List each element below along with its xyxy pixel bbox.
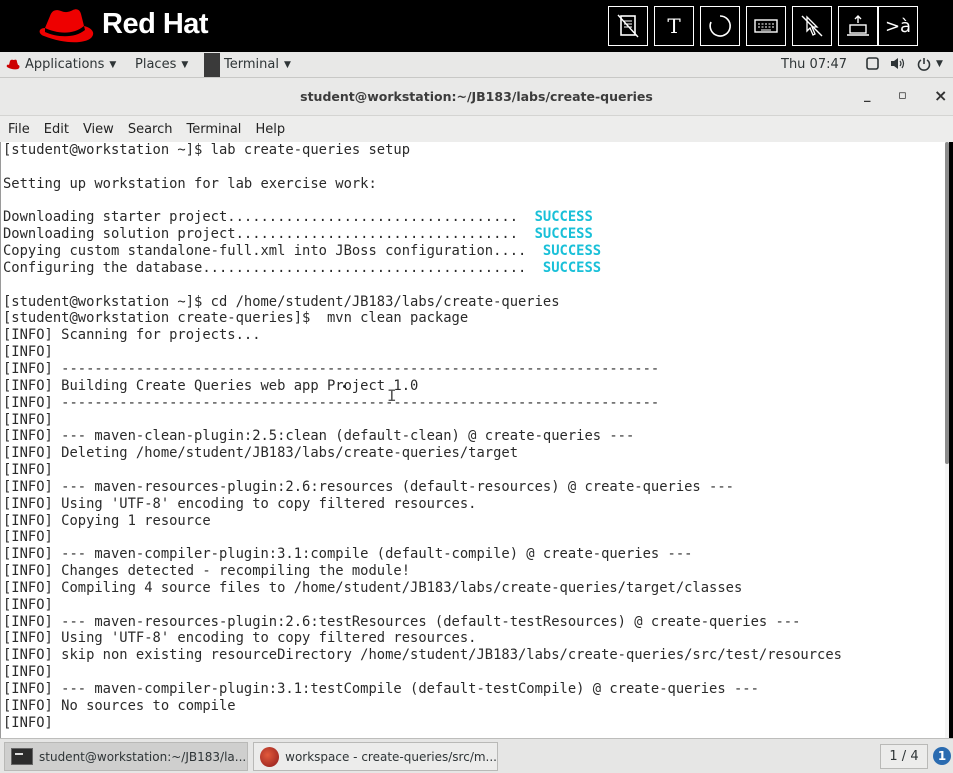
mouse-ibeam-icon: I (387, 386, 397, 405)
status-success: SUCCESS (542, 259, 602, 276)
terminal-line: [INFO] (3, 462, 53, 479)
terminal-line: [INFO] Compiling 4 source files to /home… (3, 579, 743, 596)
menu-edit[interactable]: Edit (44, 122, 69, 137)
bottom-taskbar: student@workstation:~/JB183/la... worksp… (0, 738, 953, 773)
menu-bar: File Edit View Search Terminal Help (0, 116, 953, 142)
terminal-line: [INFO] --- maven-resources-plugin:2.6:re… (3, 478, 734, 495)
brand-bar: Red Hat T >à (0, 0, 953, 52)
document-icon (617, 14, 639, 38)
document-button[interactable] (608, 6, 648, 46)
power-icon[interactable]: ▼ (917, 57, 943, 71)
terminal-line: Downloading starter project.............… (3, 209, 593, 226)
scrollbar[interactable] (945, 142, 949, 738)
pointer-disabled-icon (801, 15, 823, 37)
minimize-button[interactable]: _ (864, 88, 871, 103)
keyboard-button[interactable] (746, 6, 786, 46)
terminal-lines: [student@workstation ~]$ lab create-quer… (3, 142, 842, 732)
close-button[interactable]: × (934, 86, 947, 105)
terminal-line: [INFO] --- maven-resources-plugin:2.6:te… (3, 613, 801, 630)
workspace-pager[interactable]: 1 / 4 (880, 744, 928, 769)
pointer-toggle-button[interactable] (792, 6, 832, 46)
terminal-line: Setting up workstation for lab exercise … (3, 175, 377, 192)
window-titlebar[interactable]: student@workstation:~/JB183/labs/create-… (0, 78, 953, 116)
menu-file[interactable]: File (8, 122, 30, 137)
terminal-line: [INFO] No sources to compile (3, 697, 236, 714)
terminal-icon (11, 748, 33, 765)
terminal-line: [INFO] Scanning for projects... (3, 327, 261, 344)
scrollbar-thumb[interactable] (945, 142, 949, 464)
input-method-icon: >à (884, 15, 912, 37)
terminal-line: [INFO] Deleting /home/student/JB183/labs… (3, 445, 518, 462)
task-terminal[interactable]: student@workstation:~/JB183/la... (4, 742, 248, 771)
keyboard-icon (754, 19, 778, 33)
menu-help[interactable]: Help (255, 122, 285, 137)
terminal-line: [INFO] (3, 344, 53, 361)
terminal-line: [INFO] ---------------------------------… (3, 360, 660, 377)
terminal-line: [INFO] Copying 1 resource (3, 512, 211, 529)
terminal-line: [INFO] Using 'UTF-8' encoding to copy fi… (3, 495, 477, 512)
upload-button[interactable] (838, 6, 878, 46)
circle-button[interactable] (700, 6, 740, 46)
eclipse-icon (260, 746, 280, 767)
terminal-line: [INFO] (3, 529, 53, 546)
terminal-line: [INFO] Building Create Queries web app P… (3, 377, 419, 394)
text-button[interactable]: T (654, 6, 694, 46)
top-panel: Applications ▼ Places ▼ Terminal ▼ Thu 0… (0, 52, 953, 78)
task-eclipse[interactable]: workspace - create-queries/src/m... (253, 742, 498, 771)
chevron-down-icon: ▼ (283, 59, 291, 70)
window-title: student@workstation:~/JB183/labs/create-… (300, 89, 653, 104)
chevron-down-icon: ▼ (181, 59, 189, 70)
terminal-line: [INFO] (3, 714, 53, 731)
brand-name: Red Hat (102, 8, 209, 40)
terminal-line: [INFO] (3, 596, 53, 613)
menu-view[interactable]: View (83, 122, 114, 137)
clock[interactable]: Thu 07:47 (781, 57, 847, 72)
terminal-line: [INFO] ---------------------------------… (3, 394, 660, 411)
status-success: SUCCESS (542, 243, 602, 260)
terminal-line: [student@workstation ~]$ cd /home/studen… (3, 293, 560, 310)
status-success: SUCCESS (534, 209, 593, 226)
terminal-line: [INFO] Changes detected - recompiling th… (3, 563, 411, 580)
maximize-button[interactable]: ▫ (898, 88, 907, 103)
terminal-line: Copying custom standalone-full.xml into … (3, 243, 602, 260)
cursor-dot (343, 385, 346, 388)
text-icon: T (667, 14, 681, 38)
terminal-line: [INFO] --- maven-compiler-plugin:3.1:tes… (3, 681, 759, 697)
status-success: SUCCESS (534, 226, 593, 243)
screen-icon[interactable] (866, 57, 879, 70)
terminal-output[interactable]: [student@workstation ~]$ lab create-quer… (0, 142, 949, 738)
input-method-button[interactable]: >à (878, 6, 918, 46)
circle-icon (709, 15, 731, 37)
terminal-line: [INFO] skip non existing resourceDirecto… (3, 647, 842, 664)
terminal-line: [INFO] (3, 664, 53, 681)
volume-icon[interactable] (890, 57, 906, 70)
red-hat-logo-icon (39, 9, 94, 43)
terminal-line: Downloading solution project............… (3, 226, 593, 243)
terminal-line: [INFO] (3, 411, 53, 428)
terminal-app-icon (204, 53, 220, 77)
menu-terminal[interactable]: Terminal (186, 122, 241, 137)
chevron-down-icon: ▼ (109, 59, 117, 70)
terminal-line: [student@workstation ~]$ lab create-quer… (3, 142, 411, 158)
terminal-menu[interactable]: Terminal ▼ (224, 57, 291, 72)
red-hat-small-icon (6, 59, 20, 69)
applications-menu[interactable]: Applications ▼ (6, 57, 116, 72)
terminal-line: [student@workstation create-queries]$ mv… (3, 310, 469, 327)
terminal-line: Configuring the database................… (3, 259, 602, 276)
places-menu[interactable]: Places ▼ (135, 57, 188, 72)
chevron-down-icon: ▼ (936, 59, 943, 69)
terminal-line: [INFO] Using 'UTF-8' encoding to copy fi… (3, 630, 477, 647)
terminal-line: [INFO] --- maven-compiler-plugin:3.1:com… (3, 546, 693, 563)
info-icon[interactable]: 1 (933, 747, 951, 765)
menu-search[interactable]: Search (128, 122, 173, 137)
upload-laptop-icon (847, 15, 869, 36)
terminal-line: [INFO] --- maven-clean-plugin:2.5:clean … (3, 428, 635, 445)
